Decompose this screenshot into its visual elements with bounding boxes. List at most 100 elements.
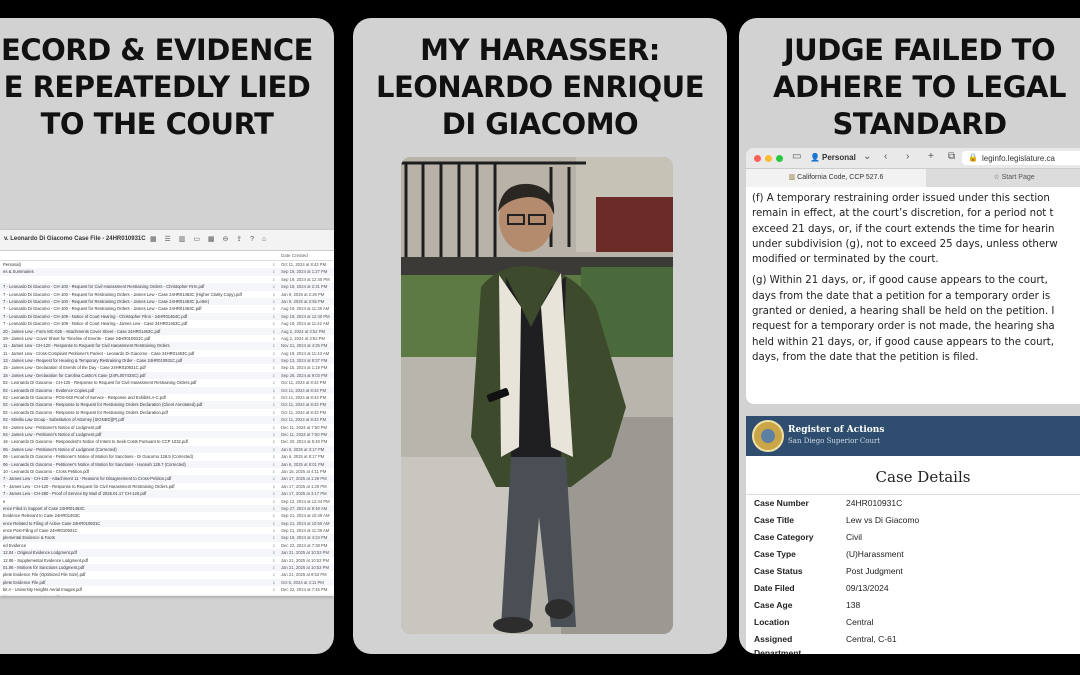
- case-detail-value: Lew vs Di Giacomo: [846, 515, 920, 525]
- file-name: 29 - James Lew - Cover Sheet for Timelin…: [3, 335, 151, 341]
- chevron-down-icon[interactable]: ⌄: [863, 151, 871, 162]
- file-row[interactable]: 20 - James Lew - Form MC-025 - Attachmen…: [0, 327, 334, 335]
- profile-label[interactable]: Personal: [822, 153, 856, 162]
- view-mode-icons[interactable]: ▦ ☰ ▥ ▭ ▦ ⊖ ⇪ ? ⌂: [150, 235, 269, 243]
- file-browser-toolbar: v. Leonardo Di Giacomo Case File - 24HR0…: [0, 230, 334, 251]
- file-row[interactable]: plete Evidence File (Optimized File Size…: [0, 571, 334, 578]
- file-row[interactable]: 06 - James Lew - Petitioner's Notice of …: [0, 445, 334, 454]
- tab-overview-icon[interactable]: ⧉: [948, 151, 955, 162]
- file-row[interactable]: es & Summaries ⇩ Sep 19, 2024 at 1:27 PM: [0, 268, 334, 276]
- file-row[interactable]: 01.06 - Motions for Sanctions Lodgment.p…: [0, 564, 334, 572]
- file-row[interactable]: 12.06 - Supplemental Evidence Lodgment.p…: [0, 557, 334, 564]
- file-status-icon: ⇩: [272, 579, 276, 585]
- file-status-icon: ⇩: [272, 572, 276, 578]
- file-status-icon: ⇩: [272, 498, 276, 504]
- file-row[interactable]: 12.04 - Original Evidence Lodgment.pdf ⇩ J…: [0, 549, 334, 557]
- file-row[interactable]: 7 - Leonardo Di Giacomo - CH-109 - Notic…: [0, 312, 334, 321]
- file-name: e: [3, 498, 6, 504]
- file-date: Jan 21, 2025 at 10:53 PM: [281, 565, 329, 571]
- file-name: 7 - Leonardo Di Giacomo - CH-100 - Reque…: [3, 284, 205, 290]
- file-status-icon: ⇩: [272, 395, 276, 401]
- file-row[interactable]: 7 - Leonardo Di Giacomo - CH-100 - Reque…: [0, 291, 334, 298]
- file-row[interactable]: 02 - Leonardo Di Giacomo - CH-120 - Resp…: [0, 379, 334, 386]
- case-detail-label: Department: [754, 648, 802, 654]
- new-tab-icon[interactable]: +: [928, 151, 934, 162]
- file-name: 06 - James Lew - Petitioner's Notice of …: [3, 446, 117, 452]
- file-row[interactable]: 02 - Mirella Law Group - Substitution of…: [0, 416, 334, 424]
- file-date: Sep 18, 2024 at 12:40 PM: [281, 313, 330, 319]
- file-row[interactable]: Evidence Relevant to Case 24HR01463C ⇩ Sep…: [0, 512, 334, 519]
- sidebar-icon[interactable]: ▭: [792, 151, 801, 162]
- headline-line: ECORD & EVIDENCE: [1, 33, 313, 67]
- file-row[interactable]: 16 - Leonardo Di Giacomo - Respondent's …: [0, 438, 334, 445]
- file-status-icon: ⇩: [272, 409, 276, 415]
- file-row[interactable]: ed Evidence ⇩ Dec 22, 2024 at 7:38 PM: [0, 542, 334, 549]
- file-row[interactable]: 15 - James Lew - Declaration for Carolin…: [0, 371, 334, 380]
- address-bar[interactable]: 🔒 leginfo.legislature.ca: [962, 151, 1080, 165]
- profile-icon[interactable]: 👤: [810, 153, 820, 162]
- file-row[interactable]: bit A - University Heights Aerial Images…: [0, 586, 334, 593]
- file-date: Sep 28, 2024 at 9:03 PM: [281, 372, 328, 378]
- headline-line: LEONARDO ENRIQUE: [375, 70, 705, 104]
- file-row[interactable]: 02 - Leonardo Di Giacomo - Response to R…: [0, 401, 334, 409]
- file-status-icon: ⇩: [272, 557, 276, 563]
- back-icon[interactable]: ‹: [884, 151, 887, 162]
- file-row[interactable]: bit B - SDCCD Transcripts.pdf ⇩ Dec 22, 20…: [0, 593, 334, 596]
- file-row[interactable]: e ⇩ Sep 12, 2024 at 12:44 PM: [0, 498, 334, 505]
- file-date: Jan 9, 2025 at 2:55 PM: [281, 298, 325, 304]
- file-row[interactable]: 02 - Leonardo Di Giacomo - Evidence Copi…: [0, 386, 334, 395]
- file-list: Personal) ⇩ Oct 11, 2024 at 8:43 PM es & Su…: [0, 261, 334, 596]
- tab-label: California Code, CCP 527.6: [797, 174, 884, 181]
- forward-icon[interactable]: ›: [906, 151, 909, 162]
- browser-toolbar: ▭ 👤 Personal ⌄ ‹ › + ⧉ 🔒 leginfo.legisla…: [746, 148, 1080, 168]
- tab-ccp-527-6[interactable]: ▥ California Code, CCP 527.6: [746, 169, 926, 187]
- file-row[interactable]: 11 - James Lew - Cross-Complaint Petitio…: [0, 350, 334, 357]
- file-row[interactable]: 04 - James Lew - Petitioner's Notice of …: [0, 430, 334, 439]
- file-row[interactable]: 7 - Leonardo Di Giacomo - CH-100 - Reque…: [0, 283, 334, 291]
- minimize-dot-icon[interactable]: [765, 155, 772, 162]
- close-dot-icon[interactable]: [754, 155, 761, 162]
- file-row[interactable]: ence Filed in Support of Case 24HR01463C…: [0, 504, 334, 513]
- zoom-dot-icon[interactable]: [776, 155, 783, 162]
- file-row[interactable]: 7 - James Lew - CH-120 - Response to Req…: [0, 483, 334, 490]
- column-date-created[interactable]: Date Created: [281, 253, 308, 258]
- file-row[interactable]: 02 - Leonardo Di Giacomo - Response to R…: [0, 409, 334, 416]
- file-name: 02 - Leonardo Di Giacomo - Evidence Copi…: [3, 387, 95, 393]
- headline-line: DI GIACOMO: [441, 107, 639, 141]
- file-status-icon: ⇩: [272, 269, 276, 275]
- case-detail-row: Case Category Civil: [746, 529, 1080, 546]
- file-row[interactable]: 7 - Leonardo Di Giacomo - CH-100 - Reque…: [0, 297, 334, 306]
- tab-bar: ▥ California Code, CCP 527.6 ☆ Start Pag…: [746, 168, 1080, 187]
- file-row[interactable]: ⇩ Sep 19, 2024 at 12:40 PM: [0, 276, 334, 283]
- headline-line: STANDARD: [832, 107, 1007, 141]
- file-row[interactable]: 06 - Leonardo Di Giacomo - Petitioner's …: [0, 453, 334, 460]
- file-row[interactable]: 7 - James Lew - CH-260 - Proof of Servic…: [0, 490, 334, 498]
- file-row[interactable]: 15 - James Lew - Declaration of Events o…: [0, 364, 334, 371]
- file-row[interactable]: 04 - James Lew - Petitioner's Notice of …: [0, 424, 334, 431]
- file-row[interactable]: Personal) ⇩ Oct 11, 2024 at 8:43 PM: [0, 261, 334, 268]
- file-date: Oct 11, 2024 at 8:43 PM: [281, 262, 327, 267]
- tab-start-page[interactable]: ☆ Start Page: [928, 169, 1080, 187]
- file-row[interactable]: ence Related to Filing of Active Case 24…: [0, 519, 334, 528]
- file-status-icon: ⇩: [272, 461, 276, 467]
- file-row[interactable]: plete Evidence File.pdf ⇩ Oct 6, 2024 at 4…: [0, 578, 334, 587]
- file-row[interactable]: ence Post-Filing of Case 24HR010931C ⇩ Sep…: [0, 527, 334, 534]
- file-row[interactable]: 29 - James Lew - Cover Sheet for Timelin…: [0, 335, 334, 342]
- file-row[interactable]: 7 - Leonardo Di Giacomo - CH-100 - Reque…: [0, 305, 334, 312]
- file-status-icon: ⇩: [272, 439, 276, 445]
- case-detail-row: Assigned Central, C-61: [746, 631, 1080, 648]
- file-row[interactable]: 02 - Leonardo Di Giacomo - POS-040 Proof…: [0, 394, 334, 401]
- file-row[interactable]: 06 - Leonardo Di Giacomo - Petitioner's …: [0, 460, 334, 468]
- file-row[interactable]: 7 - Leonardo Di Giacomo - CH-109 - Notic…: [0, 320, 334, 327]
- case-detail-row: Case Type (U)Harassment: [746, 546, 1080, 563]
- file-row[interactable]: 7 - James Lew - CH-120 - Attachment 11 -…: [0, 475, 334, 483]
- file-status-icon: ⇩: [272, 343, 276, 349]
- file-row[interactable]: 11 - James Lew - CH-120 - Response to Re…: [0, 342, 334, 350]
- file-row[interactable]: 10 - Leonardo Di Giacomo - Cross Petitio…: [0, 468, 334, 475]
- file-row[interactable]: plemental Evidence & Facts ⇩ Sep 19, 2024 …: [0, 534, 334, 542]
- file-row[interactable]: 13 - James Lew - Request for Hearing & T…: [0, 357, 334, 365]
- file-date: Aug 19, 2024 at 11:42 AM: [281, 321, 330, 327]
- case-detail-label: Case Category: [754, 532, 814, 542]
- file-date: Jan 21, 2025 at 10:53 PM: [281, 557, 329, 563]
- file-status-icon: ⇩: [272, 262, 276, 267]
